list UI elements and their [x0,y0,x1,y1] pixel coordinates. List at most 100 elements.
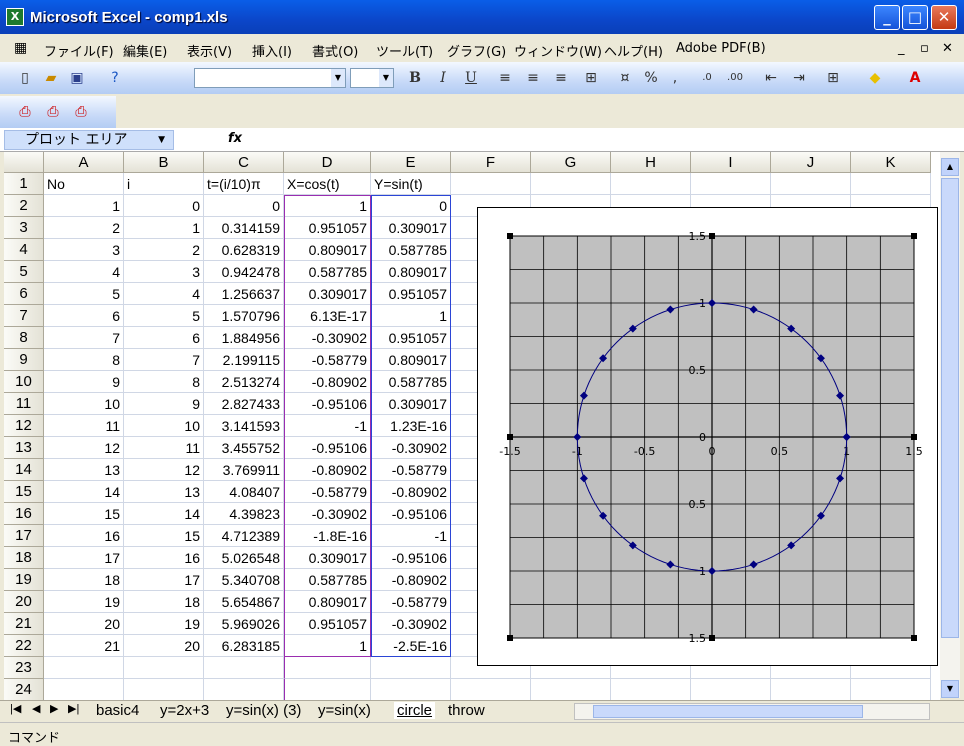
bold-button[interactable]: B [404,67,426,89]
cell[interactable]: 0.314159 [204,217,284,239]
column-header-d[interactable]: D [284,152,371,173]
sheet-tab[interactable]: y=sin(x) (3) [226,702,301,719]
column-header-c[interactable]: C [204,152,284,173]
doc-minimize-button[interactable]: _ [898,41,905,56]
sheet-tab[interactable]: basic4 [96,702,139,719]
cell[interactable]: 5.026548 [204,547,284,569]
open-icon[interactable]: ▰ [40,67,62,89]
cell[interactable] [44,657,124,679]
cell[interactable]: 5 [124,305,204,327]
cell[interactable]: 16 [124,547,204,569]
pdf-mail-icon[interactable]: ⎙ [42,101,64,123]
cell[interactable]: 4 [44,261,124,283]
borders-icon[interactable]: ⊞ [822,67,844,89]
close-button[interactable]: ✕ [931,5,957,30]
cell[interactable]: 9 [44,371,124,393]
column-header-f[interactable]: F [451,152,531,173]
menu-chart[interactable]: グラフ(G) [447,41,506,60]
cell[interactable]: 6.283185 [204,635,284,657]
increase-decimal-icon[interactable]: .0 [696,67,718,89]
percent-icon[interactable]: % [640,67,662,89]
align-right-icon[interactable]: ≡ [550,67,572,89]
column-header-k[interactable]: K [851,152,931,173]
workbook-icon[interactable]: ▦ [14,40,27,56]
menu-insert[interactable]: 挿入(I) [252,41,292,60]
chart-area[interactable]: -1.5 1.5 -1 1 -0.5 0.5 0 0 0.5 0.5 1 1 1.5 1.5 [477,207,938,666]
sheet-tab[interactable]: y=2x+3 [160,702,209,719]
cell[interactable]: 3.769911 [204,459,284,481]
cell[interactable]: 4.08407 [204,481,284,503]
cell[interactable] [611,173,691,195]
align-center-icon[interactable]: ≡ [522,67,544,89]
select-all-corner[interactable] [4,152,44,173]
minimize-button[interactable]: _ [874,5,900,30]
cell[interactable] [371,679,451,700]
italic-button[interactable]: I [432,67,454,89]
cell[interactable]: 13 [124,481,204,503]
column-header-h[interactable]: H [611,152,691,173]
cell[interactable]: 1 [124,217,204,239]
cell[interactable] [204,679,284,700]
decrease-indent-icon[interactable]: ⇤ [760,67,782,89]
cell[interactable] [851,173,931,195]
row-header[interactable]: 6 [4,283,44,305]
cell[interactable]: 7 [124,349,204,371]
cell[interactable]: 4.712389 [204,525,284,547]
cell[interactable]: 16 [44,525,124,547]
cell[interactable]: 3 [124,261,204,283]
cell[interactable] [531,173,611,195]
doc-restore-button[interactable]: ▫ [920,41,929,56]
merge-center-icon[interactable]: ⊞ [580,67,602,89]
font-name-combo[interactable]: ▼ [194,68,346,88]
menu-window[interactable]: ウィンドウ(W) [514,41,602,60]
cell[interactable]: 0 [124,195,204,217]
increase-indent-icon[interactable]: ⇥ [788,67,810,89]
row-header[interactable]: 3 [4,217,44,239]
decrease-decimal-icon[interactable]: .00 [724,67,746,89]
cell[interactable]: 5.654867 [204,591,284,613]
cell[interactable]: 21 [44,635,124,657]
column-header-i[interactable]: I [691,152,771,173]
cell[interactable] [451,679,531,700]
row-header[interactable]: 15 [4,481,44,503]
cell[interactable]: 2 [124,239,204,261]
vertical-scroll-thumb[interactable] [941,178,959,638]
cell[interactable]: 0 [204,195,284,217]
cell[interactable] [691,173,771,195]
cell[interactable]: 20 [44,613,124,635]
cell[interactable]: 2.199115 [204,349,284,371]
row-header[interactable]: 2 [4,195,44,217]
pdf-review-icon[interactable]: ⎙ [70,101,92,123]
cell[interactable]: 6 [124,327,204,349]
cell[interactable]: 3 [44,239,124,261]
row-header[interactable]: 20 [4,591,44,613]
cell[interactable]: 20 [124,635,204,657]
cell[interactable]: 1.256637 [204,283,284,305]
cell[interactable]: 10 [44,393,124,415]
cell[interactable] [771,679,851,700]
cell[interactable]: 15 [124,525,204,547]
cell[interactable] [611,679,691,700]
scroll-up-button[interactable]: ▲ [941,158,959,176]
cell[interactable] [284,679,371,700]
new-icon[interactable]: ▯ [14,67,36,89]
menu-tools[interactable]: ツール(T) [376,41,433,60]
help-icon[interactable]: ? [104,67,126,89]
cell[interactable]: 17 [44,547,124,569]
scroll-down-button[interactable]: ▼ [941,680,959,698]
menu-view[interactable]: 表示(V) [187,41,232,60]
prev-sheet-icon[interactable]: ◀ [32,702,40,715]
cell[interactable]: 10 [124,415,204,437]
cell[interactable]: 5.969026 [204,613,284,635]
cell[interactable] [531,679,611,700]
cell[interactable]: 4 [124,283,204,305]
cell[interactable]: 0.628319 [204,239,284,261]
cell[interactable] [451,173,531,195]
cell[interactable]: 13 [44,459,124,481]
row-header[interactable]: 19 [4,569,44,591]
cell[interactable]: 3.455752 [204,437,284,459]
row-header[interactable]: 23 [4,657,44,679]
cell[interactable]: i [124,173,204,195]
cell[interactable]: 5 [44,283,124,305]
underline-button[interactable]: U [460,67,482,89]
